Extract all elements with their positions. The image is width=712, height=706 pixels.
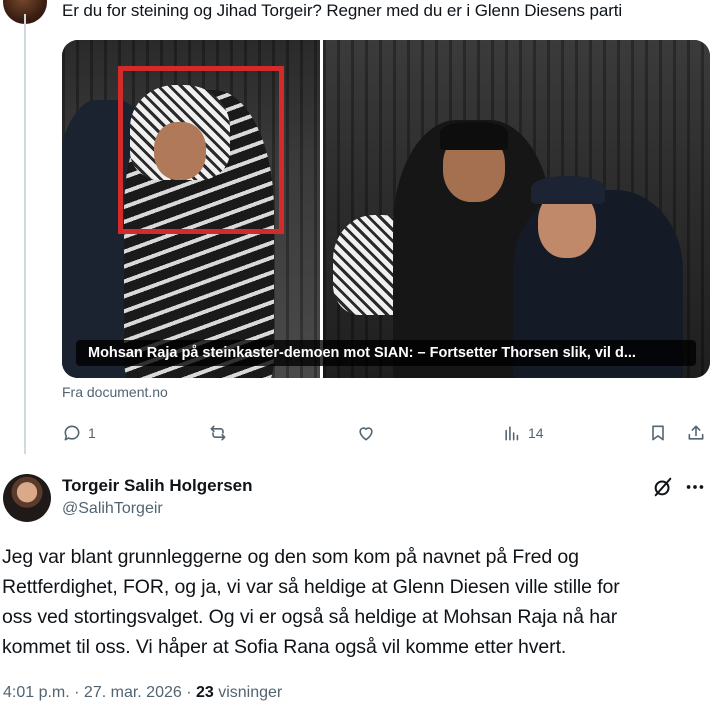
card-source[interactable]: Fra document.no [62, 384, 168, 400]
thread-connector-line [24, 14, 26, 454]
views-label: visninger [213, 684, 283, 701]
views-button[interactable]: 14 [502, 418, 544, 448]
views-count: 14 [528, 425, 544, 441]
share-icon [688, 425, 704, 440]
reply-count: 1 [88, 425, 96, 441]
highlight-box [118, 66, 284, 234]
share-button[interactable] [686, 418, 706, 448]
retweet-button[interactable] [208, 418, 234, 448]
views-number: 23 [195, 684, 214, 701]
post-meta: 4:01 p.m. · 27. mar. 2026 · 23 visninger [3, 684, 282, 702]
reply-tweet-text: Er du for steining og Jihad Torgeir? Reg… [62, 1, 623, 20]
post-text-line: Jeg var blant grunnleggerne og den som k… [2, 546, 579, 568]
card-caption[interactable]: Mohsan Raja på steinkaster-demoen mot SI… [76, 340, 696, 366]
post-text-line: kommet til oss. Vi håper at Sofia Rana o… [2, 636, 567, 658]
like-button[interactable] [356, 418, 382, 448]
link-preview-card[interactable]: Mohsan Raja på steinkaster-demoen mot SI… [62, 40, 710, 378]
post-text: Jeg var blant grunnleggerne og den som k… [2, 542, 702, 662]
bookmark-icon [652, 425, 664, 441]
comment-icon [64, 425, 80, 441]
heart-icon [359, 427, 373, 441]
retweet-icon [210, 425, 226, 441]
card-image-left [62, 40, 320, 378]
author-handle[interactable]: @SalihTorgeir [62, 500, 163, 518]
post-text-line: Rettferdighet, FOR, og ja, vi var så hel… [2, 576, 620, 598]
post-date[interactable]: 27. mar. 2026 [84, 684, 182, 701]
post-time[interactable]: 4:01 p.m. [3, 684, 70, 701]
action-bar: 1 14 [62, 418, 710, 448]
bookmark-button[interactable] [648, 418, 668, 448]
reply-button[interactable]: 1 [62, 418, 96, 448]
meta-separator: · [181, 684, 196, 701]
meta-separator: · [69, 684, 84, 701]
analytics-icon [505, 426, 519, 441]
card-image-right [323, 40, 710, 378]
grok-icon[interactable] [652, 476, 674, 498]
author-name[interactable]: Torgeir Salih Holgersen [62, 476, 253, 496]
more-icon[interactable] [684, 476, 706, 498]
post-text-line: oss ved stortingsvalget. Og vi er også s… [2, 606, 618, 628]
author-avatar[interactable] [3, 474, 51, 522]
